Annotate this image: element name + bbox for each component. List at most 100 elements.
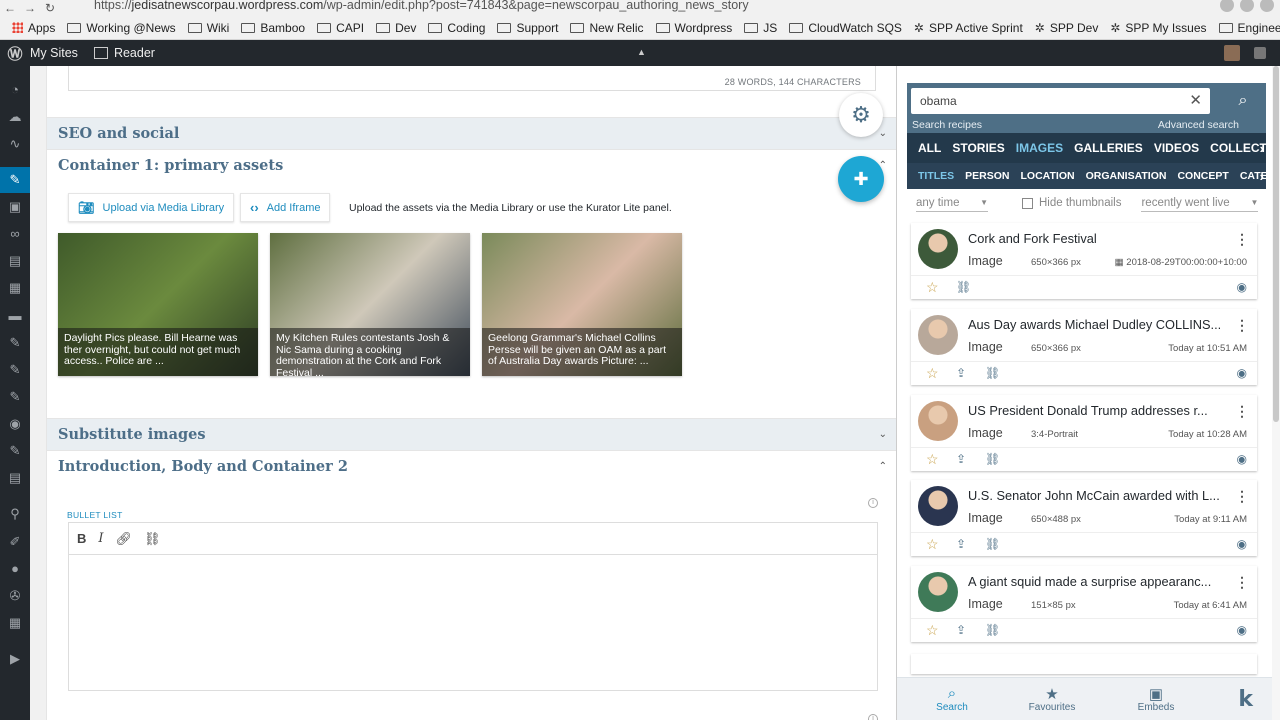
link-icon[interactable]: 🔗︎ — [116, 531, 133, 547]
result-title[interactable]: US President Donald Trump addresses r... — [968, 403, 1228, 418]
collapse-caret-icon[interactable]: ▲ — [637, 47, 646, 57]
facet-tab-concept[interactable]: CONCEPT — [1166, 170, 1228, 182]
favourite-star-icon[interactable]: ☆ — [926, 451, 939, 468]
extension-icon[interactable] — [1240, 0, 1254, 12]
favourite-star-icon[interactable]: ☆ — [926, 536, 939, 553]
bullet-list-editor[interactable] — [68, 555, 878, 691]
bookmark-item[interactable]: Wiki — [187, 21, 229, 35]
bookmark-item[interactable]: ✲ SPP Active Sprint — [914, 21, 1023, 35]
link-icon[interactable]: ⛓ — [985, 366, 1000, 380]
bookmark-item[interactable]: Apps — [12, 21, 55, 35]
facet-tab-titles[interactable]: TITLES — [907, 170, 954, 182]
reader-link[interactable]: Reader — [93, 46, 155, 60]
embed-icon[interactable]: ⇪ — [956, 366, 966, 380]
link-icon[interactable]: ⛓ — [956, 280, 971, 294]
info-icon[interactable]: i — [868, 714, 878, 720]
asset-thumbnail[interactable]: Daylight Pics please. Bill Hearne was th… — [58, 233, 258, 376]
add-iframe-button[interactable]: ‹› Add Iframe — [240, 193, 331, 222]
posts-pin-icon[interactable]: ✎ — [0, 167, 30, 193]
bookmark-item[interactable]: Bamboo — [241, 21, 305, 35]
favourite-star-icon[interactable]: ☆ — [926, 365, 939, 382]
bookmark-item[interactable]: JS — [744, 21, 777, 35]
bookmark-item[interactable]: New Relic — [570, 21, 644, 35]
nav-embeds[interactable]: ▣ Embeds — [1111, 678, 1201, 720]
section-seo-social[interactable]: SEO and social ⌄ — [47, 117, 896, 149]
result-card[interactable]: U.S. Senator John McCain awarded with L.… — [911, 480, 1257, 556]
adminbar-toggle[interactable] — [1254, 47, 1266, 59]
section-container-1[interactable]: Container 1: primary assets ⌃ — [47, 149, 896, 181]
section-intro-body[interactable]: Introduction, Body and Container 2 ⌃ — [47, 450, 896, 482]
preview-eye-icon[interactable]: ◉ — [1237, 366, 1247, 380]
chevron-down-icon[interactable]: ⌄ — [879, 128, 887, 139]
advanced-search-link[interactable]: Advanced search — [1158, 119, 1239, 131]
bookmark-item[interactable]: CloudWatch SQS — [789, 21, 902, 35]
tab-videos[interactable]: VIDEOS — [1143, 141, 1199, 155]
my-sites-link[interactable]: My Sites — [30, 46, 78, 60]
search-button[interactable]: ⌕ — [1220, 88, 1266, 114]
chevron-up-icon[interactable]: ⌃ — [879, 461, 887, 472]
address-bar[interactable]: https://jedisatnewscorpau.wordpress.com/… — [94, 0, 749, 13]
dashboard-icon[interactable]: ◔ — [8, 83, 22, 97]
result-title[interactable]: Cork and Fork Festival — [968, 231, 1228, 246]
embed-icon[interactable]: ⇪ — [956, 537, 966, 551]
reload-icon[interactable]: ↻ — [40, 0, 60, 16]
bookmark-item[interactable]: ✲ SPP Dev — [1035, 21, 1099, 35]
search-input[interactable]: obama ✕ — [911, 88, 1210, 114]
asset-thumbnail[interactable]: Geelong Grammar's Michael Collins Persse… — [482, 233, 682, 376]
nav-favourites[interactable]: ★ Favourites — [1007, 678, 1097, 720]
plugins-puzzle-button[interactable]: ✚ — [838, 156, 884, 202]
settings-gear-button[interactable]: ⚙ — [839, 93, 883, 137]
bold-button[interactable]: B — [77, 531, 86, 546]
more-options-icon[interactable]: ⋮ — [1235, 231, 1249, 248]
pin-icon[interactable]: ✎ — [8, 363, 22, 377]
tab-images[interactable]: IMAGES — [1005, 141, 1063, 155]
tab-stories[interactable]: STORIES — [941, 141, 1004, 155]
pin-icon[interactable]: ✎ — [8, 444, 22, 458]
tab-galleries[interactable]: GALLERIES — [1063, 141, 1143, 155]
info-icon[interactable]: i — [868, 498, 878, 508]
nav-search[interactable]: ⌕ Search — [907, 678, 997, 720]
text-editor-bottom[interactable]: 28 WORDS, 144 CHARACTERS — [68, 66, 876, 91]
result-card[interactable]: Aus Day awards Michael Dudley COLLINS...… — [911, 309, 1257, 385]
preview-eye-icon[interactable]: ◉ — [1237, 623, 1247, 637]
extension-icon[interactable] — [1220, 0, 1234, 12]
forward-icon[interactable]: → — [20, 0, 40, 16]
user-avatar[interactable] — [1224, 45, 1240, 61]
favourite-star-icon[interactable]: ☆ — [926, 279, 939, 296]
extension-icon[interactable] — [1260, 0, 1274, 12]
settings-icon[interactable]: ▦ — [8, 616, 22, 630]
hide-thumbnails-toggle[interactable]: Hide thumbnails — [1022, 197, 1121, 209]
bookmark-item[interactable]: ✲ SPP My Issues — [1110, 21, 1206, 35]
link-icon[interactable]: ⛓ — [985, 452, 1000, 466]
more-options-icon[interactable]: ⋮ — [1235, 488, 1249, 505]
bookmark-item[interactable]: Wordpress — [655, 21, 732, 35]
unlink-icon[interactable]: ⛓︎ — [144, 531, 161, 547]
bookmark-item[interactable]: Support — [497, 21, 558, 35]
feedback-icon[interactable]: ◉ — [8, 417, 22, 431]
plugins-icon[interactable]: ⚲ — [8, 507, 22, 521]
cloud-icon[interactable]: ☁ — [8, 110, 22, 124]
bookmark-item[interactable]: CAPI — [317, 21, 364, 35]
tab-all[interactable]: ALL — [907, 141, 941, 155]
favourite-star-icon[interactable]: ☆ — [926, 622, 939, 639]
sort-select[interactable]: recently went live ▼ — [1141, 194, 1259, 212]
more-options-icon[interactable]: ⋮ — [1235, 317, 1249, 334]
more-options-icon[interactable]: ⋮ — [1235, 574, 1249, 591]
facet-tab-person[interactable]: PERSON — [954, 170, 1009, 182]
users-icon[interactable]: ● — [8, 562, 22, 576]
link-icon[interactable]: ⛓ — [985, 537, 1000, 551]
preview-eye-icon[interactable]: ◉ — [1237, 280, 1247, 294]
hide-thumbnails-checkbox[interactable] — [1022, 197, 1033, 209]
result-title[interactable]: Aus Day awards Michael Dudley COLLINS... — [968, 317, 1228, 332]
wordpress-logo-icon[interactable]: Ⓦ — [0, 43, 30, 64]
collapse-menu-icon[interactable]: ▶ — [8, 652, 22, 666]
bookmark-item[interactable]: Working @News — [67, 21, 176, 35]
result-card[interactable] — [911, 654, 1257, 674]
comments-icon[interactable]: ▬ — [8, 309, 22, 323]
embed-icon[interactable]: ⇪ — [956, 452, 966, 466]
chevron-right-icon[interactable]: › — [1249, 169, 1264, 184]
section-substitute-images[interactable]: Substitute images ⌄ — [47, 418, 896, 450]
embed-icon[interactable]: ⇪ — [956, 623, 966, 637]
result-card[interactable]: US President Donald Trump addresses r...… — [911, 395, 1257, 471]
italic-button[interactable]: I — [98, 531, 103, 546]
